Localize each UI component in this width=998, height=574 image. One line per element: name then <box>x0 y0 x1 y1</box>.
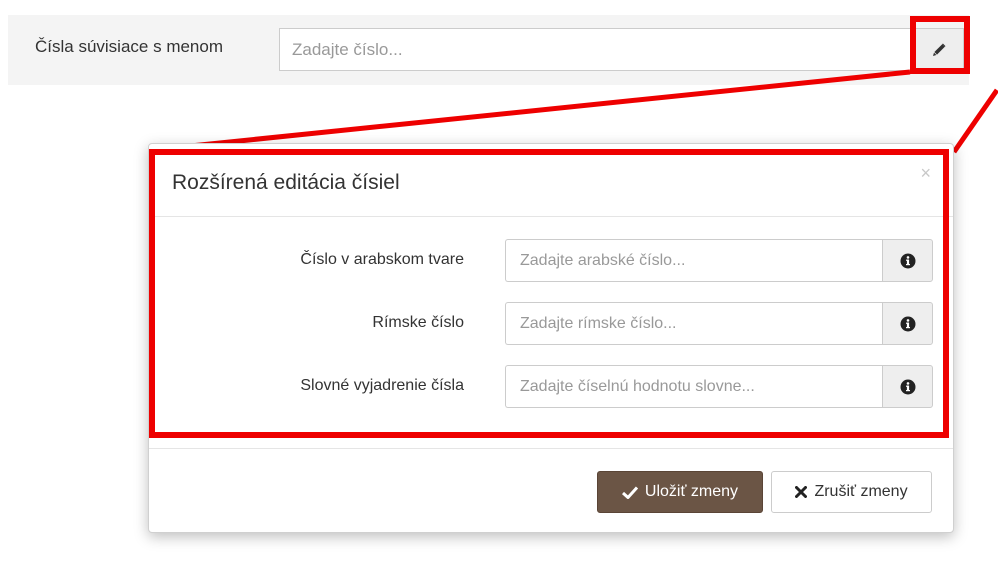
number-edit-dialog: Rozšírená editácia čísiel × Číslo v arab… <box>148 143 954 533</box>
pencil-icon <box>933 43 946 56</box>
number-field-label: Čísla súvisiace s menom <box>35 37 224 56</box>
dialog-header-divider <box>149 216 953 217</box>
roman-number-input[interactable] <box>505 302 882 345</box>
edit-numbers-button[interactable] <box>914 28 964 71</box>
form-row-roman: Rímske číslo <box>149 302 955 345</box>
discard-changes-button[interactable]: Zrušiť zmeny <box>771 471 932 513</box>
info-icon <box>900 253 915 268</box>
dialog-title: Rozšírená editácia čísiel <box>172 171 400 194</box>
words-info-button[interactable] <box>882 365 933 408</box>
arabic-number-input[interactable] <box>505 239 882 282</box>
arabic-number-label: Číslo v arabskom tvare <box>300 251 464 268</box>
info-icon <box>900 379 915 394</box>
dialog-footer-divider <box>149 448 953 449</box>
form-row-arabic: Číslo v arabskom tvare <box>149 239 955 282</box>
discard-changes-label: Zrušiť zmeny <box>814 483 908 500</box>
number-input[interactable] <box>279 28 915 71</box>
arabic-info-button[interactable] <box>882 239 933 282</box>
number-field-row: Čísla súvisiace s menom <box>8 15 969 85</box>
number-words-input[interactable] <box>505 365 882 408</box>
info-icon <box>900 316 915 331</box>
roman-info-button[interactable] <box>882 302 933 345</box>
checkmark-icon <box>621 485 638 499</box>
close-icon[interactable]: × <box>920 164 931 182</box>
x-mark-icon <box>795 486 808 498</box>
number-words-label: Slovné vyjadrenie čísla <box>300 377 464 394</box>
roman-number-label: Rímske číslo <box>372 314 464 331</box>
save-changes-label: Uložiť zmeny <box>644 483 739 500</box>
save-changes-button[interactable]: Uložiť zmeny <box>597 471 763 513</box>
form-row-words: Slovné vyjadrenie čísla <box>149 365 955 408</box>
